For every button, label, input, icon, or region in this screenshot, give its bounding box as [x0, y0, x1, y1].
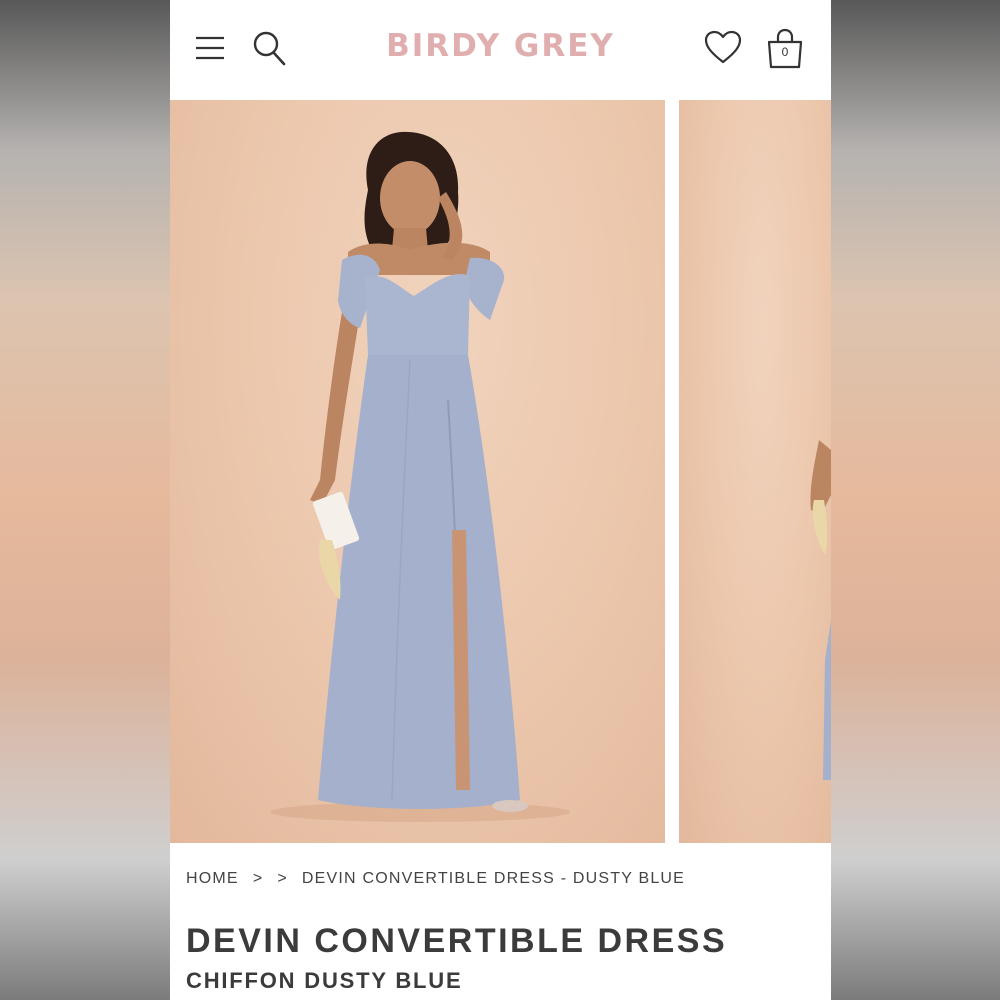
model-illustration-partial: [810, 440, 831, 780]
mobile-page: BIRDY GREY 0 HOME > > DEVIN CONVERTIBLE …: [170, 0, 831, 1000]
cart-count: 0: [781, 45, 789, 59]
right-blur-border: [831, 0, 1000, 1000]
breadcrumb-current: DEVIN CONVERTIBLE DRESS - DUSTY BLUE: [301, 870, 686, 887]
product-gallery[interactable]: [170, 100, 831, 843]
product-image-main[interactable]: [170, 100, 665, 843]
breadcrumb: HOME > > DEVIN CONVERTIBLE DRESS - DUSTY BL…: [186, 870, 699, 888]
product-image-next[interactable]: [679, 100, 831, 843]
model-illustration: [270, 131, 570, 822]
breadcrumb-separator: >: [252, 870, 264, 887]
breadcrumb-separator: >: [277, 870, 288, 887]
product-subtitle: CHIFFON DUSTY BLUE: [186, 968, 463, 993]
left-blur-border: [0, 0, 170, 1000]
heart-icon[interactable]: [704, 30, 742, 66]
breadcrumb-home[interactable]: HOME: [186, 870, 239, 887]
site-header: BIRDY GREY 0: [170, 0, 831, 100]
product-title: DEVIN CONVERTIBLE DRESS: [186, 922, 728, 960]
